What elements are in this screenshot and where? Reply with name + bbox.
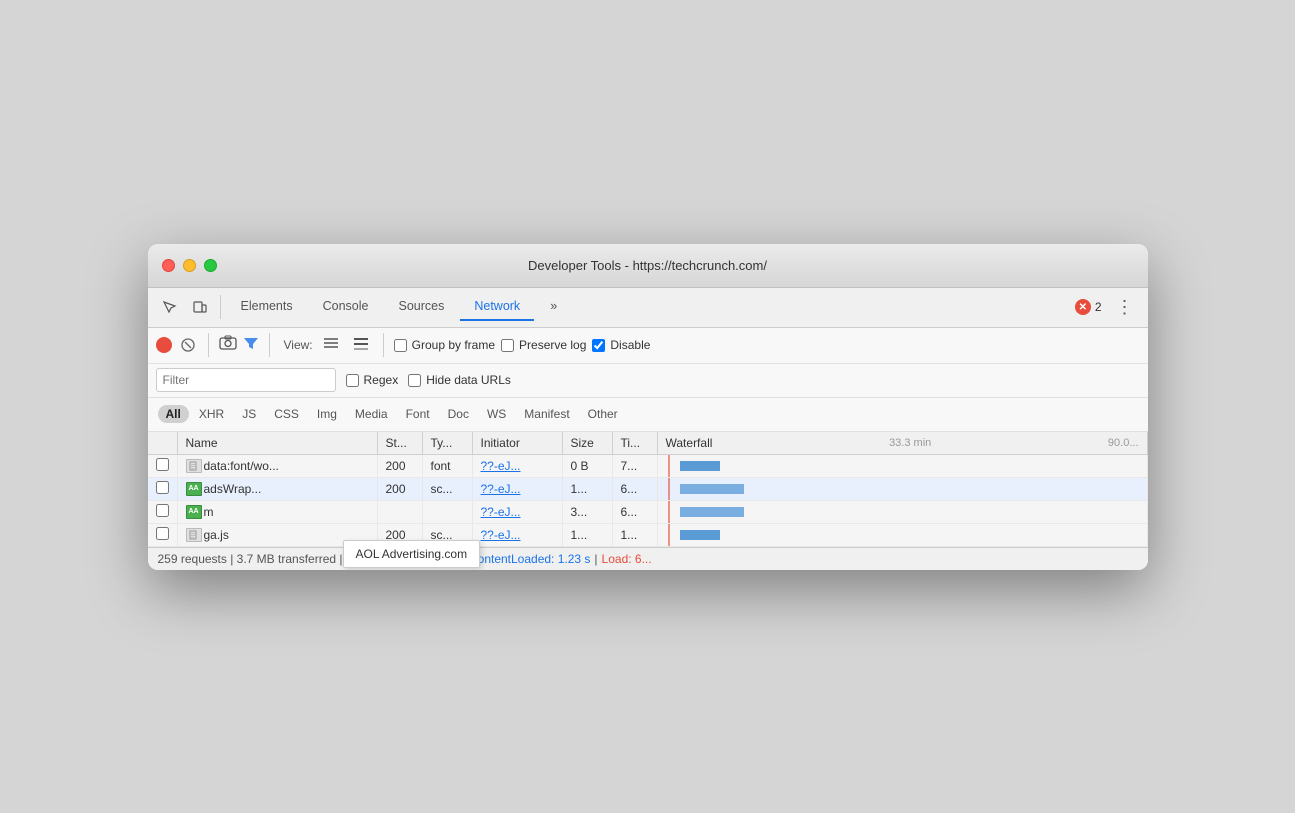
th-time[interactable]: Ti... <box>612 432 657 455</box>
filter-button[interactable] <box>243 336 259 355</box>
filter-bar: Regex Hide data URLs <box>148 364 1148 398</box>
network-toolbar-sep3 <box>383 333 384 357</box>
table-body: data:font/wo...200font??-eJ...0 B7...AAa… <box>148 454 1148 546</box>
th-name[interactable]: Name <box>177 432 377 455</box>
group-by-frame-toggle[interactable]: Group by frame <box>394 338 495 352</box>
tab-console[interactable]: Console <box>309 293 383 321</box>
filter-type-btn-img[interactable]: Img <box>309 405 345 423</box>
regex-toggle[interactable]: Regex <box>346 373 399 387</box>
window-title: Developer Tools - https://techcrunch.com… <box>528 258 767 273</box>
disable-cache-toggle[interactable]: Disable <box>592 338 650 352</box>
table-wrapper: Name St... Ty... Initiator Size Ti... Wa… <box>148 432 1148 547</box>
tab-more[interactable]: » <box>536 293 571 321</box>
network-toolbar: View: Group by frame Preserve log <box>148 328 1148 364</box>
filter-type-btn-doc[interactable]: Doc <box>440 405 477 423</box>
device-toggle-button[interactable] <box>186 293 214 321</box>
error-badge[interactable]: ✕ 2 <box>1075 299 1102 315</box>
error-x-icon: ✕ <box>1075 299 1091 315</box>
close-button[interactable] <box>162 259 175 272</box>
minimize-button[interactable] <box>183 259 196 272</box>
maximize-button[interactable] <box>204 259 217 272</box>
network-table: Name St... Ty... Initiator Size Ti... Wa… <box>148 432 1148 547</box>
traffic-lights <box>162 259 217 272</box>
tab-sources[interactable]: Sources <box>384 293 458 321</box>
table-row[interactable]: AAadsWrap...200sc...??-eJ...1...6... <box>148 477 1148 500</box>
table-row[interactable]: AAm??-eJ...3...6... <box>148 500 1148 523</box>
th-type[interactable]: Ty... <box>422 432 472 455</box>
clear-button[interactable] <box>178 335 198 355</box>
view-large-button[interactable] <box>349 335 373 355</box>
view-list-button[interactable] <box>319 335 343 355</box>
title-bar: Developer Tools - https://techcrunch.com… <box>148 244 1148 288</box>
filter-type-btn-all[interactable]: All <box>158 405 189 423</box>
load-label: Load: 6... <box>602 552 652 566</box>
th-size[interactable]: Size <box>562 432 612 455</box>
network-toolbar-sep2 <box>269 333 270 357</box>
filter-type-btn-ws[interactable]: WS <box>479 405 514 423</box>
filter-types-bar: AllXHRJSCSSImgMediaFontDocWSManifestOthe… <box>148 398 1148 432</box>
tab-elements[interactable]: Elements <box>227 293 307 321</box>
network-toolbar-sep <box>208 333 209 357</box>
name-cell: ga.js <box>186 528 369 542</box>
th-waterfall[interactable]: Waterfall 33.3 min 90.0... <box>657 432 1147 455</box>
devtools-menu-button[interactable]: ⋮ <box>1110 293 1140 322</box>
toolbar-separator-1 <box>220 295 221 319</box>
devtools-toolbar: Elements Console Sources Network » ✕ 2 ⋮ <box>148 288 1148 328</box>
filter-type-btn-media[interactable]: Media <box>347 405 396 423</box>
th-checkbox <box>148 432 178 455</box>
th-status[interactable]: St... <box>377 432 422 455</box>
filter-type-btn-font[interactable]: Font <box>398 405 438 423</box>
filter-type-btn-xhr[interactable]: XHR <box>191 405 232 423</box>
name-cell: AAadsWrap... <box>186 482 369 496</box>
preserve-log-toggle[interactable]: Preserve log <box>501 338 586 352</box>
network-table-container[interactable]: Name St... Ty... Initiator Size Ti... Wa… <box>148 432 1148 547</box>
hide-data-urls-toggle[interactable]: Hide data URLs <box>408 373 511 387</box>
view-label: View: <box>284 338 313 352</box>
name-cell: data:font/wo... <box>186 459 369 473</box>
filter-type-btn-manifest[interactable]: Manifest <box>516 405 577 423</box>
screenshot-button[interactable] <box>219 335 237 355</box>
filter-type-btn-js[interactable]: JS <box>234 405 264 423</box>
status-bar: 259 requests | 3.7 MB transferred | Fini… <box>148 547 1148 570</box>
devtools-window: Developer Tools - https://techcrunch.com… <box>148 244 1148 570</box>
filter-input[interactable] <box>156 368 336 392</box>
table-row[interactable]: ga.js200sc...??-eJ...1...1... <box>148 523 1148 546</box>
tab-network[interactable]: Network <box>460 293 534 321</box>
record-button[interactable] <box>156 337 172 353</box>
th-initiator[interactable]: Initiator <box>472 432 562 455</box>
table-row[interactable]: data:font/wo...200font??-eJ...0 B7... <box>148 454 1148 477</box>
name-cell: AAm <box>186 505 369 519</box>
inspector-button[interactable] <box>156 293 184 321</box>
filter-type-btn-other[interactable]: Other <box>580 405 626 423</box>
tooltip-popup: AOL Advertising.com <box>343 540 481 568</box>
table-header-row: Name St... Ty... Initiator Size Ti... Wa… <box>148 432 1148 455</box>
filter-type-btn-css[interactable]: CSS <box>266 405 307 423</box>
